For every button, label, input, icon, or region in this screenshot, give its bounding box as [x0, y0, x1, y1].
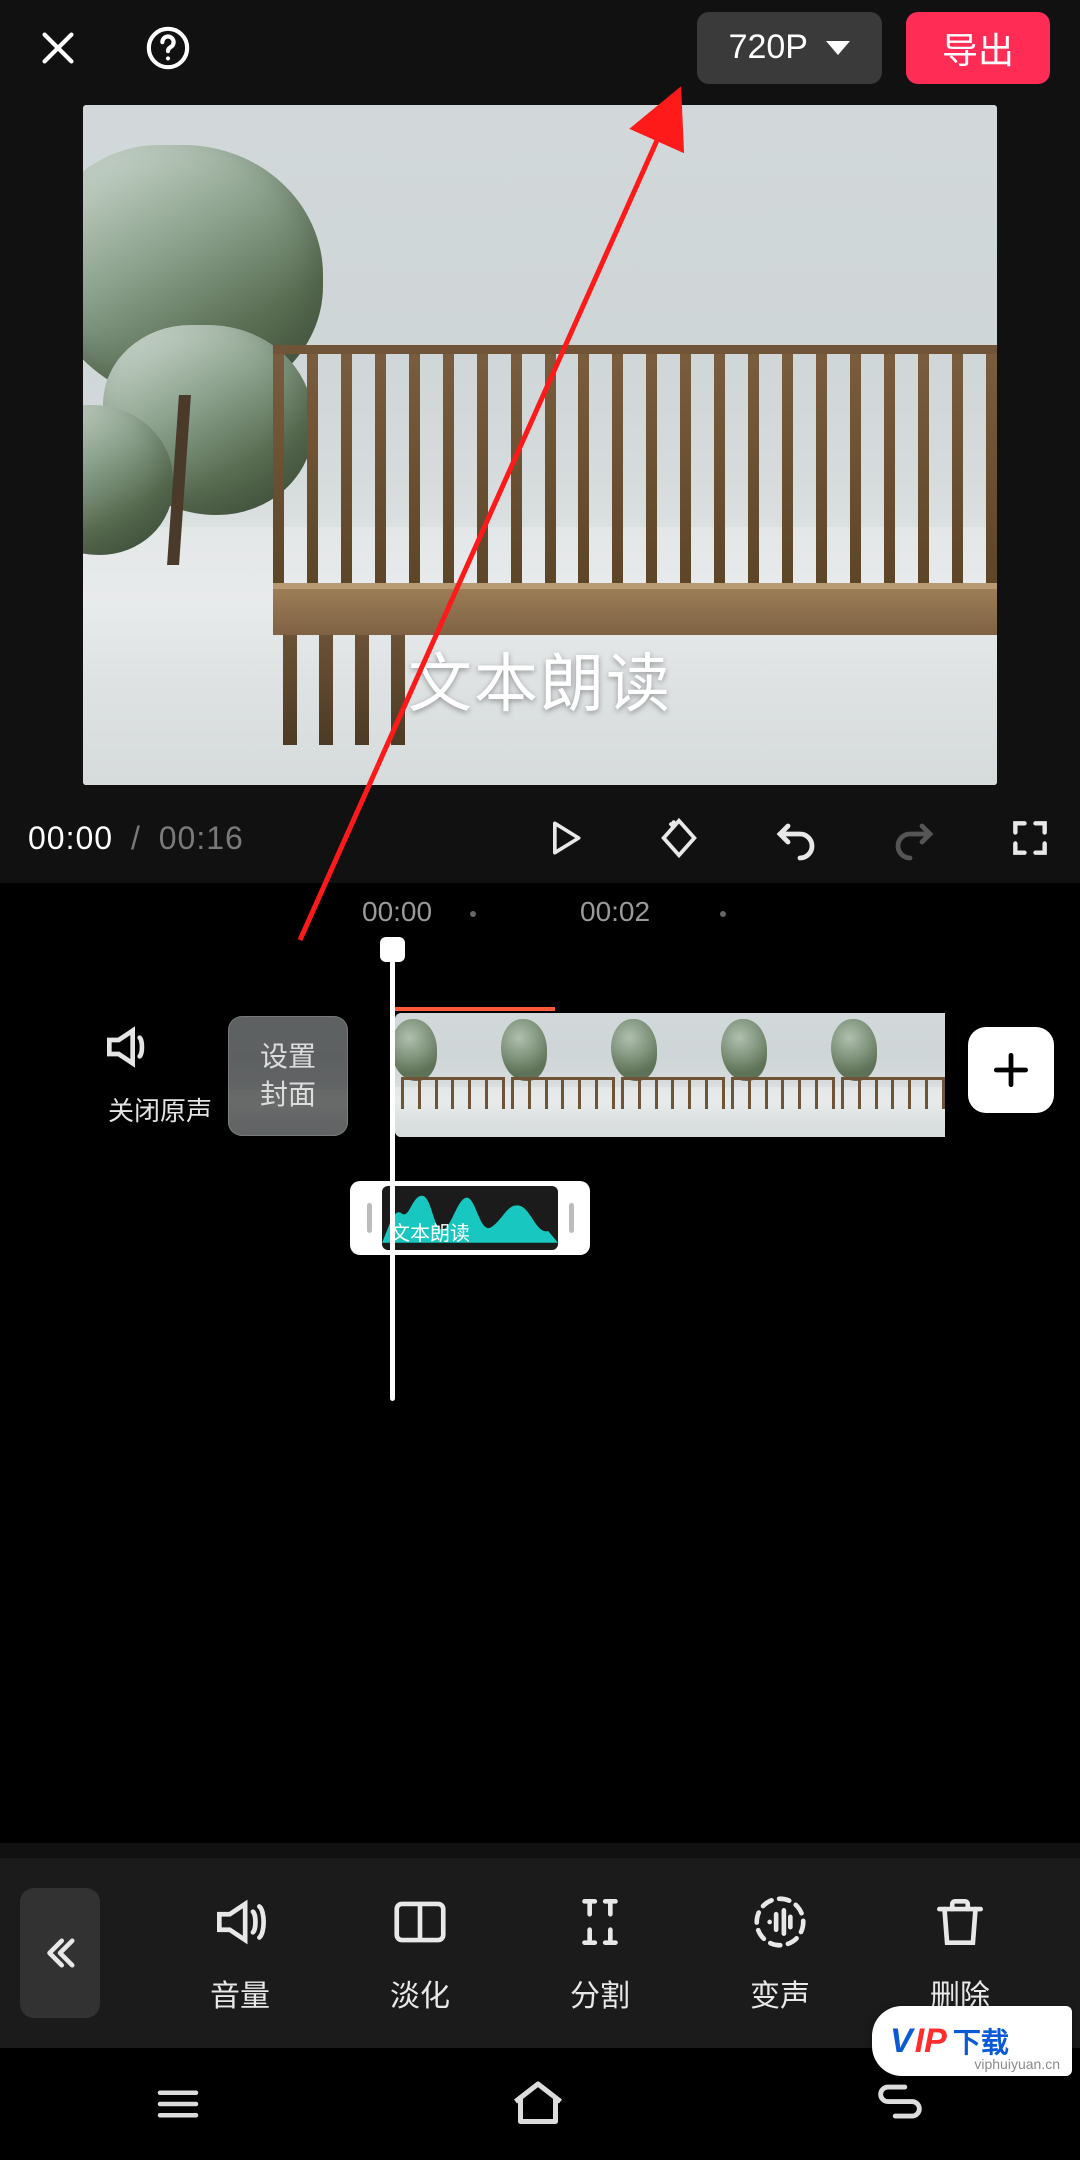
mute-label: 关闭原声	[100, 1091, 220, 1128]
current-time: 00:00	[28, 820, 113, 856]
watermark-ip: IP	[915, 2022, 947, 2061]
preview-container: 文本朗读	[0, 95, 1080, 785]
keyframe-button[interactable]	[656, 815, 702, 861]
tool-voice-change[interactable]: 变声	[749, 1891, 811, 2015]
tool-split-label: 分割	[570, 1971, 630, 2015]
caption-overlay[interactable]: 文本朗读	[83, 633, 997, 725]
tool-volume-label: 音量	[210, 1971, 270, 2015]
nav-home-button[interactable]	[508, 2074, 568, 2134]
topbar-left	[30, 20, 195, 75]
watermark-sub: viphuiyuan.cn	[974, 2056, 1060, 2072]
help-button[interactable]	[140, 20, 195, 75]
keyframe-icon	[656, 815, 702, 861]
tool-volume[interactable]: 音量	[209, 1891, 271, 2015]
playback-row: 00:00 / 00:16	[0, 793, 1080, 883]
ruler-mark-0: 00:00	[362, 896, 432, 928]
undo-button[interactable]	[772, 814, 820, 862]
redo-icon	[890, 814, 938, 862]
voice-change-icon	[749, 1891, 811, 1953]
watermark-cn: 下载	[953, 2021, 1009, 2061]
play-button[interactable]	[542, 816, 586, 860]
chevron-down-icon	[826, 41, 850, 55]
video-preview[interactable]: 文本朗读	[83, 105, 997, 785]
fullscreen-icon	[1008, 816, 1052, 860]
waveform: 文本朗读	[382, 1186, 558, 1250]
split-icon	[569, 1891, 631, 1953]
total-time: 00:16	[159, 820, 244, 856]
redo-button[interactable]	[890, 814, 938, 862]
time-separator: /	[131, 820, 141, 856]
resolution-label: 720P	[729, 28, 808, 67]
time-ruler[interactable]: 00:00 00:02	[0, 883, 1080, 941]
chevron-left-double-icon	[39, 1932, 81, 1974]
help-icon	[143, 23, 193, 73]
fullscreen-button[interactable]	[1008, 816, 1052, 860]
volume-icon	[209, 1891, 271, 1953]
clip-region-indicator	[395, 1007, 555, 1011]
close-button[interactable]	[30, 20, 85, 75]
watermark-v: V	[890, 2022, 913, 2061]
toolbar-back-button[interactable]	[20, 1888, 100, 2018]
add-clip-button[interactable]	[968, 1027, 1054, 1113]
watermark-badge: V IP 下载 viphuiyuan.cn	[872, 2006, 1072, 2076]
app-root: 720P 导出 文本朗读	[0, 0, 1080, 2160]
tool-fade-label: 淡化	[390, 1971, 450, 2015]
top-bar: 720P 导出	[0, 0, 1080, 95]
ruler-tick	[470, 911, 476, 917]
mute-original-button[interactable]: 关闭原声	[100, 1019, 220, 1128]
set-cover-button[interactable]: 设置 封面	[228, 1016, 348, 1136]
speaker-icon	[100, 1019, 156, 1075]
play-icon	[542, 816, 586, 860]
nav-menu-button[interactable]	[151, 2077, 205, 2131]
ruler-tick	[720, 911, 726, 917]
time-display: 00:00 / 00:16	[28, 820, 244, 857]
undo-icon	[772, 814, 820, 862]
tool-fade[interactable]: 淡化	[389, 1891, 451, 2015]
cover-line1: 设置	[260, 1038, 316, 1076]
cover-line2: 封面	[260, 1076, 316, 1114]
tool-split[interactable]: 分割	[569, 1891, 631, 2015]
audio-clip[interactable]: 文本朗读	[350, 1181, 590, 1255]
video-track-row: 关闭原声 设置 封面	[0, 1031, 1080, 1201]
resolution-dropdown[interactable]: 720P	[697, 12, 882, 84]
audio-clip-label: 文本朗读	[390, 1217, 470, 1246]
ruler-mark-2: 00:02	[580, 896, 650, 928]
export-button[interactable]: 导出	[906, 12, 1050, 84]
playhead[interactable]	[390, 941, 395, 1401]
clip-handle-right[interactable]	[560, 1181, 582, 1255]
timeline[interactable]: 00:00 00:02 关闭原声 设置 封面	[0, 883, 1080, 1843]
playback-controls	[542, 814, 1052, 862]
plus-icon	[989, 1048, 1033, 1092]
export-label: 导出	[942, 22, 1014, 74]
tool-delete[interactable]: 删除	[929, 1891, 991, 2015]
delete-icon	[929, 1891, 991, 1953]
menu-icon	[151, 2077, 205, 2131]
back-icon	[871, 2075, 929, 2133]
tool-voice-change-label: 变声	[750, 1971, 810, 2015]
close-icon	[35, 25, 81, 71]
nav-back-button[interactable]	[871, 2075, 929, 2133]
clip-handle-left[interactable]	[358, 1181, 380, 1255]
fade-icon	[389, 1891, 451, 1953]
home-icon	[508, 2074, 568, 2134]
